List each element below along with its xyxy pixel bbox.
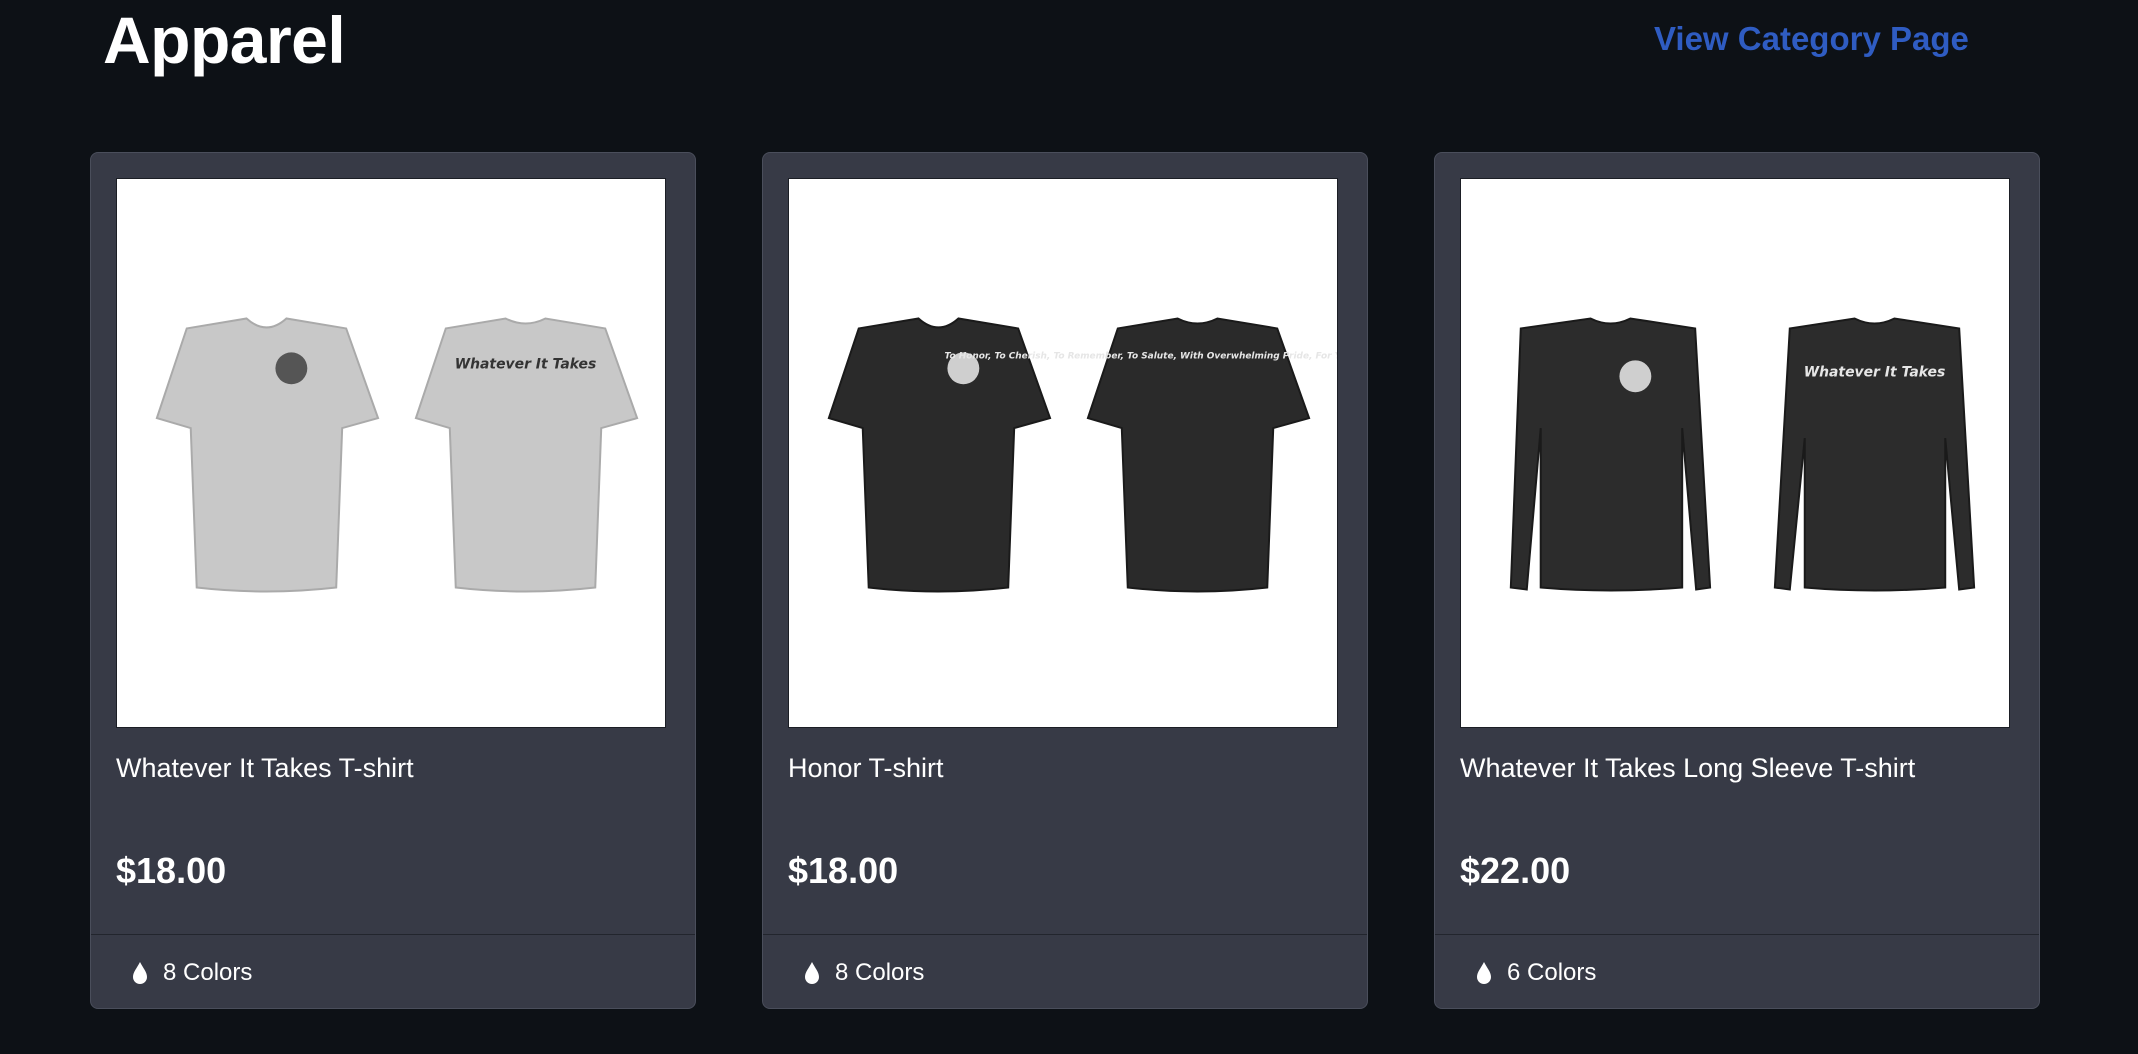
card-divider <box>1435 934 2039 935</box>
drop-icon <box>133 962 147 984</box>
card-divider <box>91 934 695 935</box>
product-card[interactable]: Whatever It Takes Whatever It Takes T-sh… <box>90 152 696 1009</box>
drop-icon <box>805 962 819 984</box>
color-options[interactable]: 8 Colors <box>131 953 252 993</box>
color-count: 8 Colors <box>835 959 925 986</box>
view-category-page-link[interactable]: View Category Page <box>1654 20 1969 58</box>
section-title: Apparel <box>103 3 346 77</box>
logo-icon <box>275 352 308 385</box>
longsleeve-image: Whatever It Takes <box>1509 317 1976 592</box>
product-title[interactable]: Whatever It Takes T-shirt <box>116 753 414 784</box>
product-price: $18.00 <box>116 850 227 891</box>
product-card[interactable]: To Honor, To Cherish, To Remember, To Sa… <box>762 152 1368 1009</box>
svg-text:Whatever It Takes: Whatever It Takes <box>455 356 597 372</box>
color-options[interactable]: 8 Colors <box>803 953 924 993</box>
product-price: $18.00 <box>788 850 899 891</box>
color-count: 8 Colors <box>163 959 253 986</box>
product-image[interactable]: Whatever It Takes <box>1460 178 2010 728</box>
product-title[interactable]: Whatever It Takes Long Sleeve T-shirt <box>1460 753 1915 784</box>
tshirt-image: Whatever It Takes <box>155 317 639 593</box>
product-card[interactable]: Whatever It Takes Whatever It Takes Long… <box>1434 152 2040 1009</box>
svg-text:To Honor, To Cherish, To Remem: To Honor, To Cherish, To Remember, To Sa… <box>945 351 1337 361</box>
svg-text:Whatever It Takes: Whatever It Takes <box>1804 364 1946 380</box>
apparel-section: Apparel View Category Page Whatever It T… <box>0 0 2138 1054</box>
card-divider <box>763 934 1367 935</box>
product-image[interactable]: Whatever It Takes <box>116 178 666 728</box>
tshirt-image: To Honor, To Cherish, To Remember, To Sa… <box>827 317 1337 593</box>
color-options[interactable]: 6 Colors <box>1475 953 1596 993</box>
product-price: $22.00 <box>1460 850 1571 891</box>
product-title[interactable]: Honor T-shirt <box>788 753 944 784</box>
product-image[interactable]: To Honor, To Cherish, To Remember, To Sa… <box>788 178 1338 728</box>
drop-icon <box>1477 962 1491 984</box>
logo-icon <box>1619 360 1652 393</box>
color-count: 6 Colors <box>1507 959 1597 986</box>
